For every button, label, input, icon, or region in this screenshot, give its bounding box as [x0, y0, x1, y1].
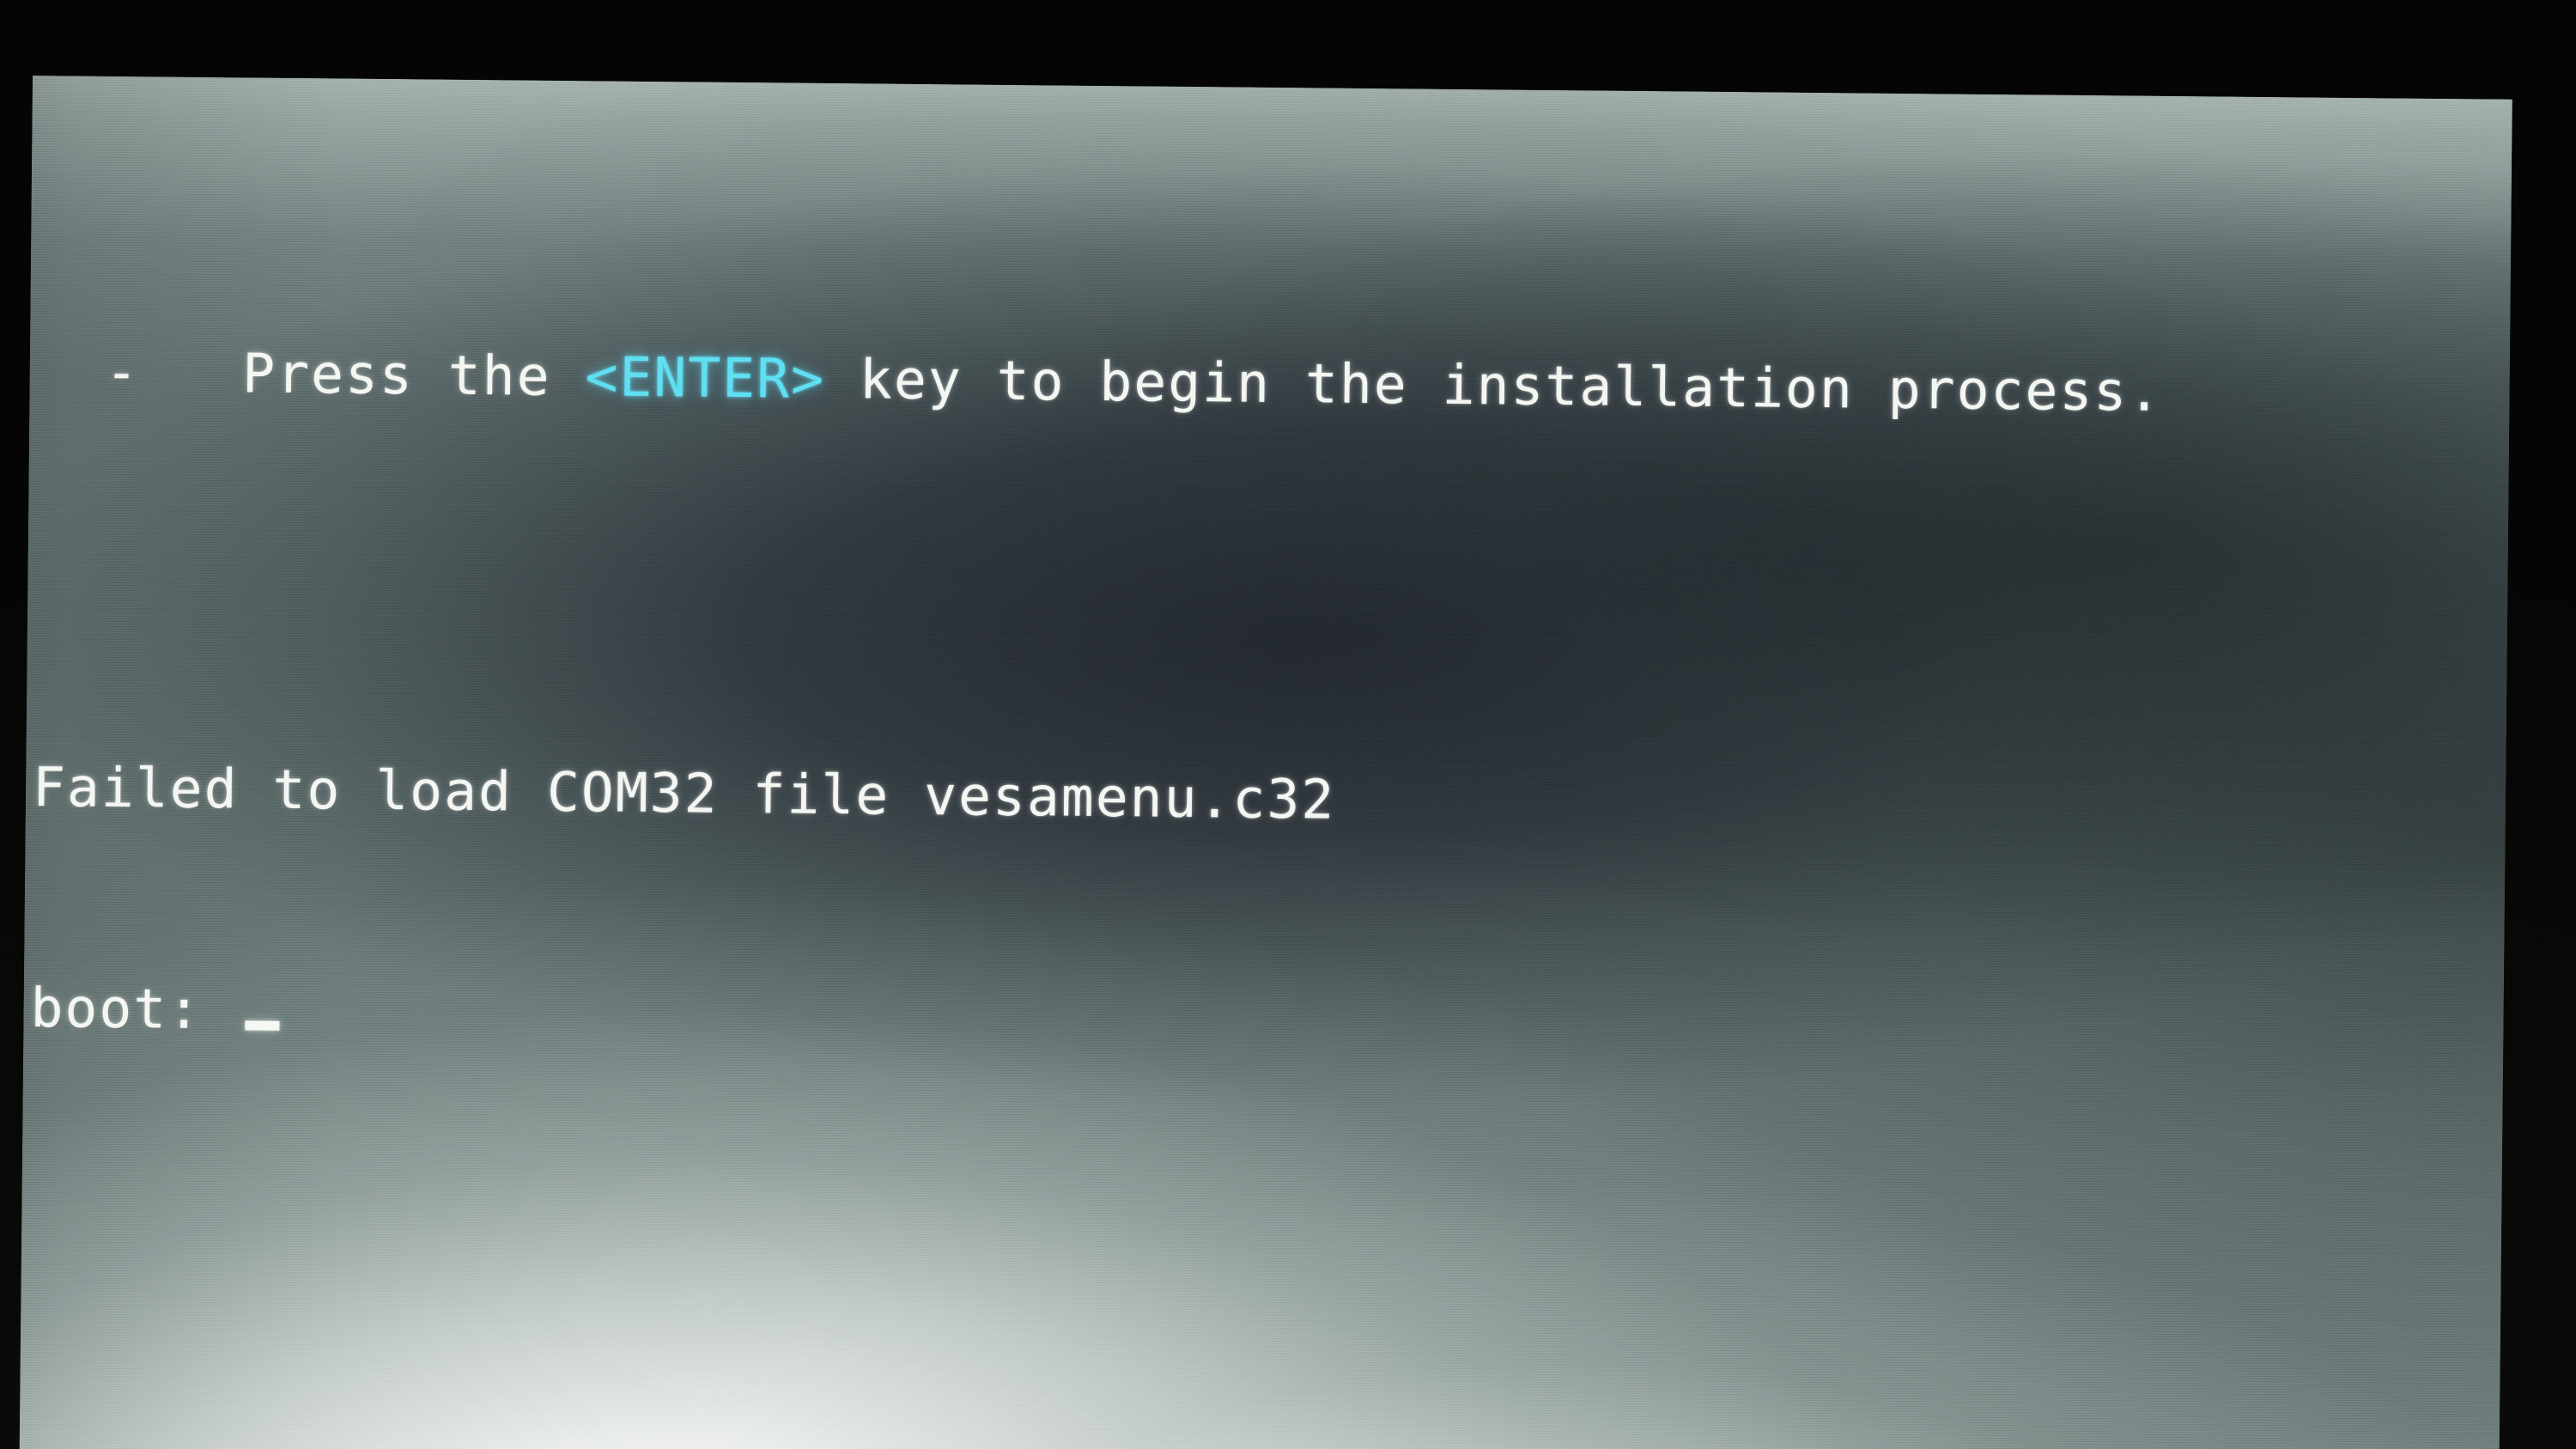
installer-hint-line: - Press the <ENTER> key to begin the ins…: [36, 341, 2163, 423]
boot-prompt-label: boot:: [30, 976, 237, 1041]
error-message-text: Failed to load COM32 file vesamenu.c32: [32, 755, 1336, 831]
hint-suffix-text: key to begin the installation process.: [824, 347, 2163, 423]
hint-prefix-text: - Press the: [36, 339, 586, 408]
boot-console-text: - Press the <ENTER> key to begin the ins…: [21, 76, 2165, 1221]
photograph-of-screen: - Press the <ENTER> key to begin the ins…: [0, 0, 2576, 1449]
lcd-panel: - Press the <ENTER> key to begin the ins…: [19, 76, 2512, 1449]
blank-console-line: [34, 565, 2160, 615]
enter-key-token: <ENTER>: [585, 344, 826, 411]
text-cursor-icon: [244, 1020, 280, 1031]
com32-error-line: Failed to load COM32 file vesamenu.c32: [33, 756, 2159, 836]
boot-prompt-line[interactable]: boot:: [30, 977, 2156, 1056]
lcd-panel-wrapper: - Press the <ENTER> key to begin the ins…: [19, 76, 2512, 1449]
